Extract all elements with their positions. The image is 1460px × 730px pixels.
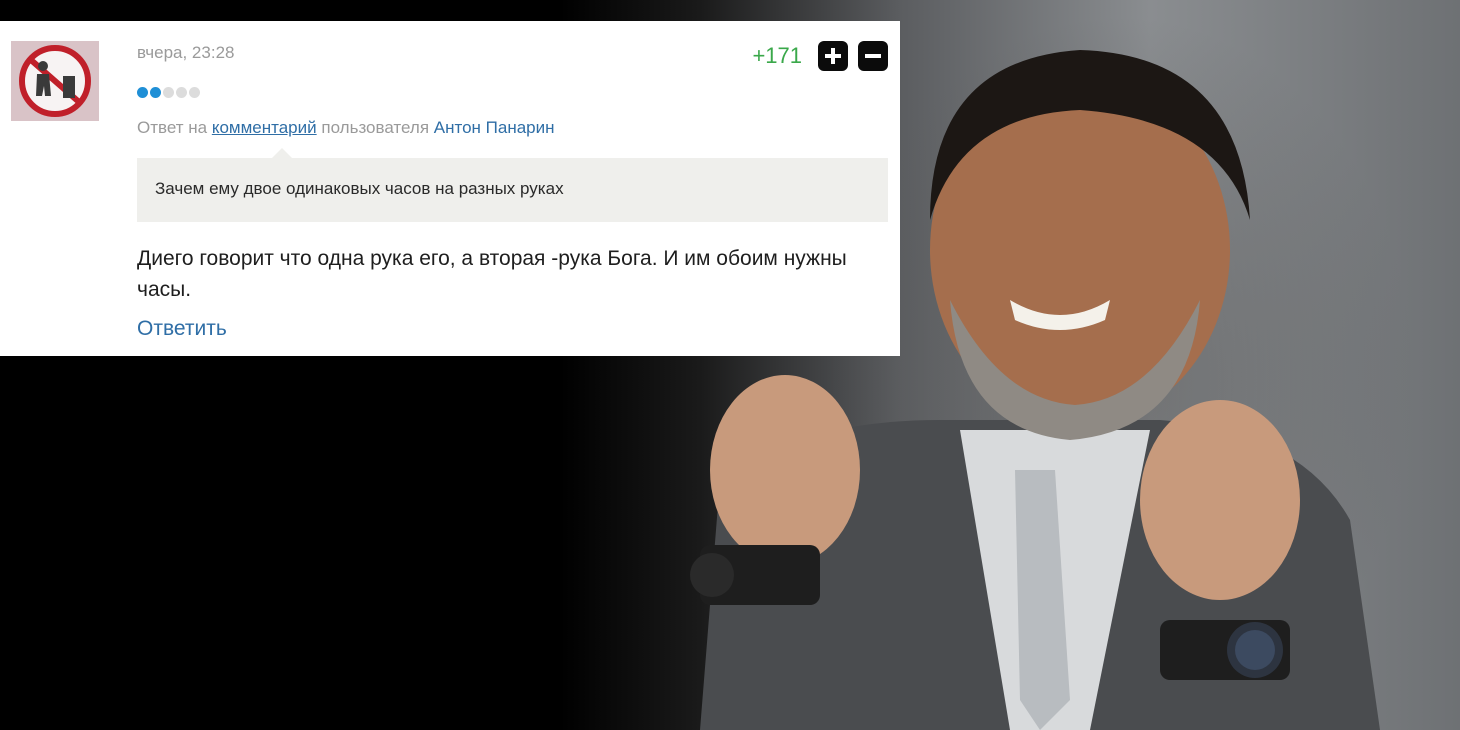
avatar[interactable] bbox=[11, 41, 99, 121]
upvote-button[interactable] bbox=[818, 41, 848, 71]
minus-icon bbox=[865, 54, 881, 58]
parent-author-link[interactable]: Антон Панарин bbox=[434, 118, 555, 137]
rating-value: +171 bbox=[752, 43, 802, 68]
rating-controls: +171 bbox=[752, 41, 888, 71]
user-rank-indicator bbox=[137, 87, 200, 98]
rank-dot bbox=[176, 87, 187, 98]
quoted-comment: Зачем ему двое одинаковых часов на разны… bbox=[137, 148, 888, 222]
downvote-button[interactable] bbox=[858, 41, 888, 71]
rank-dot bbox=[137, 87, 148, 98]
rank-dot bbox=[189, 87, 200, 98]
reply-button[interactable]: Ответить bbox=[137, 317, 227, 341]
comment-timestamp: вчера, 23:28 bbox=[137, 43, 235, 62]
comment-card: вчера, 23:28 +171 Ответ на комментарий п… bbox=[0, 21, 900, 356]
parent-comment-link[interactable]: комментарий bbox=[212, 118, 317, 137]
rank-dot bbox=[163, 87, 174, 98]
reply-prefix: Ответ на bbox=[137, 118, 208, 137]
reply-middle: пользователя bbox=[321, 118, 430, 137]
reply-context: Ответ на комментарий пользователя Антон … bbox=[137, 118, 555, 138]
no-fuel-sign-icon bbox=[19, 45, 91, 117]
comment-text: Диего говорит что одна рука его, а втора… bbox=[137, 247, 847, 301]
rank-dot bbox=[150, 87, 161, 98]
